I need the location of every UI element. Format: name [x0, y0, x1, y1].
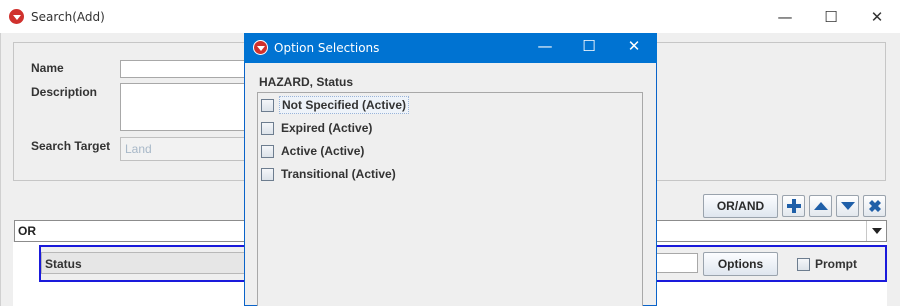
move-down-button[interactable]: [836, 195, 859, 217]
search-target-label: Search Target: [31, 139, 111, 153]
dialog-app-icon: [253, 40, 268, 55]
chevron-down-icon: [871, 228, 882, 234]
window-title: Search(Add): [31, 10, 105, 24]
description-textarea[interactable]: [120, 83, 250, 131]
or-and-button[interactable]: OR/AND: [703, 194, 778, 218]
options-list: Not Specified (Active) Expired (Active) Ac…: [257, 92, 643, 306]
operator-dropdown-button[interactable]: [866, 221, 886, 241]
close-button[interactable]: ✕: [854, 0, 900, 33]
arrow-up-icon: [813, 202, 828, 210]
option-row[interactable]: Active (Active): [261, 142, 639, 160]
condition-value-input[interactable]: [656, 253, 698, 273]
options-button[interactable]: Options: [703, 252, 778, 276]
option-checkbox[interactable]: [261, 167, 274, 181]
add-condition-button[interactable]: [782, 195, 805, 217]
delete-x-icon: [868, 200, 881, 212]
option-label: Transitional (Active): [281, 167, 396, 181]
option-row[interactable]: Not Specified (Active): [261, 96, 639, 114]
option-label: Not Specified (Active): [279, 96, 410, 114]
prompt-label: Prompt: [815, 257, 857, 271]
dialog-heading: HAZARD, Status: [259, 75, 354, 89]
option-checkbox[interactable]: [261, 121, 274, 135]
name-input[interactable]: [120, 60, 250, 78]
plus-icon: [786, 199, 801, 213]
prompt-checkbox[interactable]: [797, 258, 810, 271]
option-checkbox[interactable]: [261, 144, 274, 158]
option-checkbox[interactable]: [261, 98, 274, 112]
name-label: Name: [31, 61, 64, 75]
main-titlebar[interactable]: Search(Add) — ☐ ✕: [0, 0, 900, 33]
dialog-close-button[interactable]: ✕: [611, 31, 657, 61]
options-container: Not Specified (Active) Expired (Active) Ac…: [261, 96, 639, 188]
arrow-down-icon: [840, 202, 855, 210]
dialog-maximize-button[interactable]: ☐: [566, 31, 612, 61]
option-label: Expired (Active): [281, 121, 373, 135]
app-logo-icon: [9, 9, 24, 24]
option-row[interactable]: Transitional (Active): [261, 165, 639, 183]
condition-label-box: Status: [41, 252, 251, 274]
search-target-field: Land: [120, 137, 250, 161]
dialog-titlebar[interactable]: Option Selections — ☐ ✕: [244, 33, 657, 63]
dialog-minimize-button[interactable]: —: [522, 31, 568, 61]
description-label: Description: [31, 85, 98, 99]
option-label: Active (Active): [281, 144, 365, 158]
option-row[interactable]: Expired (Active): [261, 119, 639, 137]
operator-value: OR: [18, 224, 36, 238]
delete-condition-button[interactable]: [863, 195, 886, 217]
condition-status-label: Status: [45, 257, 82, 271]
minimize-button[interactable]: —: [762, 0, 808, 33]
move-up-button[interactable]: [809, 195, 832, 217]
dialog-title: Option Selections: [274, 41, 380, 55]
maximize-button[interactable]: ☐: [808, 0, 854, 33]
